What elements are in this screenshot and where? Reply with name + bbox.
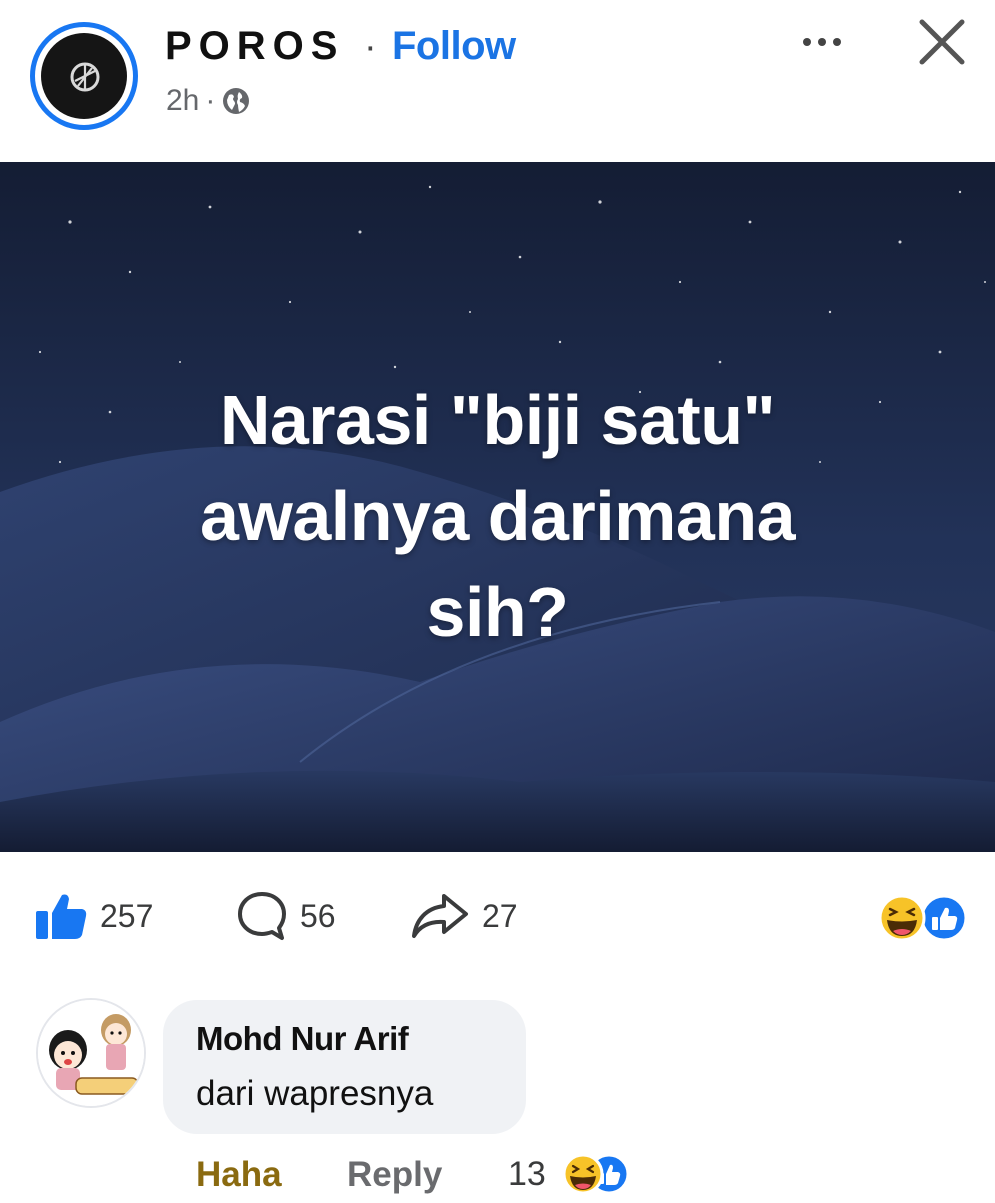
post-text: Narasi "biji satu" awalnya darimana sih? [0, 372, 995, 660]
comment-bubble-icon [238, 892, 286, 940]
like-reaction-icon [920, 894, 968, 942]
post-text-line: awalnya darimana [199, 477, 796, 555]
comment-text: dari wapresnya [196, 1074, 434, 1113]
post-text-line: Narasi "biji satu" [219, 381, 776, 459]
share-arrow-icon [412, 894, 468, 938]
cartoon-avatar-image [38, 1000, 144, 1106]
comment-count: 56 [300, 897, 336, 934]
post-time[interactable]: 2h [166, 84, 199, 118]
comment-reactions[interactable] [562, 1150, 632, 1198]
post-image[interactable]: Narasi "biji satu" awalnya darimana sih? [0, 162, 995, 852]
haha-reaction-icon [562, 1153, 604, 1195]
haha-reaction-icon [878, 894, 926, 942]
poros-logo-icon [70, 62, 100, 92]
like-thumb-icon [36, 894, 87, 939]
comment-reaction-count: 13 [508, 1155, 546, 1193]
commenter-avatar[interactable] [36, 998, 146, 1108]
comment-reply-button[interactable]: Reply [347, 1155, 442, 1195]
more-options-button[interactable] [790, 20, 854, 64]
dot-icon [803, 38, 811, 46]
like-button[interactable]: 257 [34, 888, 153, 944]
dot-icon [833, 38, 841, 46]
like-count: 257 [100, 897, 154, 934]
post-reactions[interactable] [872, 893, 972, 943]
close-icon [919, 19, 965, 65]
page-name[interactable]: POROS [165, 24, 344, 69]
comment-author[interactable]: Mohd Nur Arif [196, 1020, 409, 1058]
share-button[interactable]: 27 [410, 888, 518, 944]
post-text-line: sih? [426, 573, 569, 651]
comment-button[interactable]: 56 [236, 888, 336, 944]
share-count: 27 [482, 897, 518, 934]
comment-haha-button[interactable]: Haha [196, 1155, 282, 1195]
page-avatar[interactable] [30, 22, 138, 130]
globe-icon [221, 86, 251, 116]
follow-button[interactable]: Follow [392, 24, 516, 69]
page-logo [41, 33, 127, 119]
close-button[interactable] [912, 12, 972, 72]
dot-icon [818, 38, 826, 46]
post-meta: 2h · [166, 84, 251, 118]
meta-separator: · [205, 84, 216, 117]
name-separator: · [364, 26, 377, 68]
